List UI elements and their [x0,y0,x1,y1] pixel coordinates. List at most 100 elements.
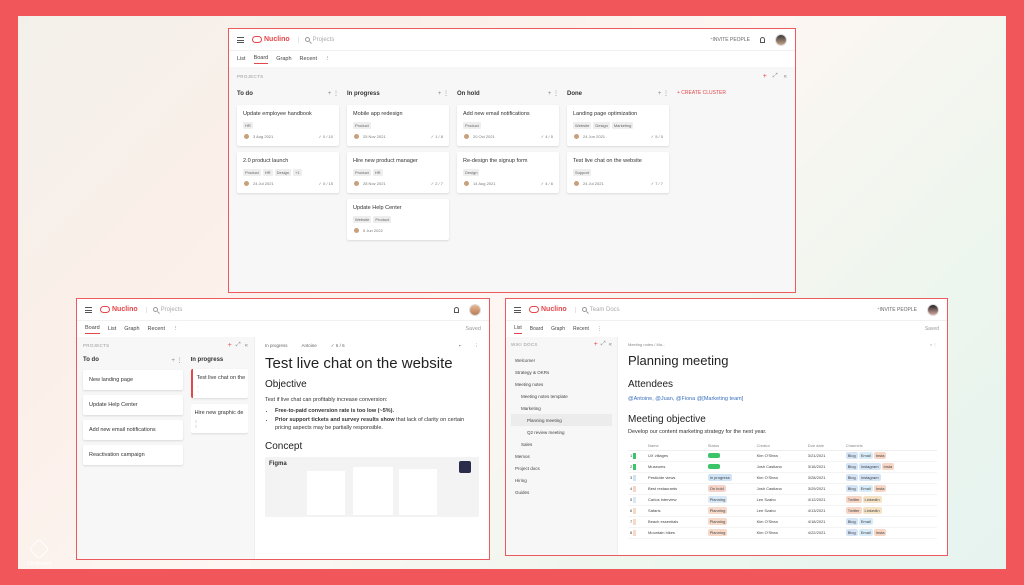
tree-item[interactable]: Hiring [511,474,612,486]
tree-item[interactable]: Guides [511,486,612,498]
comment-icon[interactable]: ▪ [459,343,461,349]
nuclino-logo[interactable]: Nuclino [529,306,567,313]
table-row[interactable]: 8 Mountain hikes Planning Kim O'Shea 4/22/2… [628,527,937,539]
tab-board[interactable]: Board [85,325,100,334]
add-item-icon[interactable]: + [594,341,598,348]
add-item-icon[interactable]: + [228,342,232,349]
column-add-icon[interactable]: + ⋮ [328,90,339,97]
table-row[interactable]: 6 Safaris Planning Lee Szabo 4/13/2021 Twitt… [628,505,937,517]
tab-list[interactable]: List [514,325,522,334]
content-table[interactable]: Name Status Creator Due date Channels 1 UX v… [628,441,937,539]
nuclino-logo[interactable]: Nuclino [100,306,138,313]
collapse-icon[interactable]: « [245,343,248,349]
assignee-field[interactable]: Antoine [302,343,317,349]
table-row[interactable]: 1 UX villages Kim O'Shea 3/21/2021 Blog Emai… [628,450,937,462]
board-card[interactable]: Mobile app redesign Product 25 Nov 2021 ✓ 1… [347,105,449,146]
status-field[interactable]: In progress [265,343,288,349]
board-card[interactable]: Test live chat on the website Support 24 J… [567,152,669,193]
expand-icon[interactable]: ⤢ [236,342,241,349]
list-item[interactable]: Update Help Center [83,395,183,415]
menu-icon[interactable] [85,306,92,313]
tab-more[interactable]: ⋮ [597,326,602,332]
tab-more[interactable]: ⋮ [173,326,179,332]
tree-item[interactable]: Welcome! [511,354,612,366]
avatar[interactable] [775,33,787,46]
board-card[interactable]: Update employee handbook HR 3 Aug 2021 ✓ 0 … [237,105,339,146]
board-card[interactable]: Hire new product manager Product HR 28 Nov … [347,152,449,193]
tree-item[interactable]: Meeting notes template [511,390,612,402]
tab-recent[interactable]: Recent [573,326,589,332]
table-row[interactable]: 7 Beach essentials Planning Kim O'Shea 4/18… [628,516,937,528]
invite-people-button[interactable]: ⁺INVITE PEOPLE [877,307,917,313]
nuclino-logo[interactable]: Nuclino [252,36,290,43]
tree-item[interactable]: Project docs [511,462,612,474]
table-row[interactable]: 4 Best restaurants On hold Josh Castiano 3/… [628,483,937,495]
column-header[interactable] [628,441,647,451]
invite-people-button[interactable]: ⁺INVITE PEOPLE [710,37,750,43]
list-item[interactable]: Test live chat on the [190,369,248,398]
tree-item[interactable]: Memos [511,450,612,462]
tab-board[interactable]: Board [530,326,543,332]
board-card[interactable]: Add new email notifications Product 20 Oct… [457,105,559,146]
tab-board[interactable]: Board [253,55,269,64]
tab-recent[interactable]: Recent [300,56,317,62]
avatar[interactable] [469,303,481,316]
comment-icon[interactable]: ▪ ⋮ [930,342,937,347]
column-header[interactable]: Status [705,441,755,451]
tab-graph[interactable]: Graph [276,56,291,62]
list-item[interactable]: Add new email notifications [83,420,183,440]
tree-item[interactable]: Q2 review meeting [511,426,612,438]
tree-item[interactable]: Planning meeting [511,414,612,426]
collapse-icon[interactable]: « [609,342,612,348]
list-item[interactable]: New landing page [83,370,183,390]
tab-list[interactable]: List [237,56,246,62]
more-icon[interactable]: ⋮ [475,343,480,349]
column-title[interactable]: To do [237,91,253,97]
search-box[interactable]: Team Docs [574,306,620,313]
breadcrumb[interactable]: Meeting notes / Ma... [628,342,665,347]
tab-graph[interactable]: Graph [124,326,139,332]
column-header[interactable]: Creator [754,441,806,451]
expand-icon[interactable]: ⤢ [601,341,606,348]
tab-graph[interactable]: Graph [551,326,565,332]
column-add-icon[interactable]: + ⋮ [171,357,182,364]
board-card[interactable]: Update Help Center Website Product 5 Jun 20… [347,199,449,240]
search-box[interactable]: Projects [145,306,182,313]
column-title[interactable]: On hold [457,91,480,97]
board-card[interactable]: Re-design the signup form Design 14 Aug 20… [457,152,559,193]
tree-item[interactable]: Sales [511,438,612,450]
menu-icon[interactable] [237,36,244,43]
column-add-icon[interactable]: + ⋮ [548,90,559,97]
tab-more[interactable]: ⋮ [325,56,331,62]
column-header[interactable]: Channels [843,441,937,451]
column-header[interactable]: Name [646,441,706,451]
search-box[interactable]: Projects [297,36,334,43]
tree-item[interactable]: Marketing [511,402,612,414]
column-title[interactable]: Done [567,91,582,97]
board-card[interactable]: Landing page optimization Website Design Ma… [567,105,669,146]
table-row[interactable]: 5 Carlos interview Planning Lee Szabo 4/12/… [628,494,937,506]
table-row[interactable]: 3 Pesticide views In progress Kim O'Shea 3/… [628,472,937,484]
add-item-icon[interactable]: + [763,73,767,80]
column-header[interactable]: Due date [805,441,844,451]
list-item[interactable]: Hire new graphic de [190,404,248,433]
figma-embed[interactable]: Figma [265,457,479,517]
avatar[interactable] [927,303,939,316]
collapse-icon[interactable]: « [784,74,787,80]
tab-recent[interactable]: Recent [148,326,165,332]
column-title[interactable]: In progress [347,91,380,97]
list-item[interactable]: Reactivation campaign [83,445,183,465]
table-row[interactable]: 2 Museums Josh Castiano 3/16/2021 Blog Insta… [628,461,937,473]
tree-item[interactable]: Strategy & OKRs [511,366,612,378]
create-cluster-button[interactable]: + CREATE CLUSTER [677,90,726,246]
tab-list[interactable]: List [108,326,117,332]
expand-icon[interactable]: ⤢ [773,73,778,80]
bell-icon[interactable] [454,306,459,313]
column-add-icon[interactable]: + ⋮ [658,90,669,97]
bell-icon[interactable] [760,36,765,43]
tree-item[interactable]: Meeting notes [511,378,612,390]
column-add-icon[interactable]: + ⋮ [438,90,449,97]
menu-icon[interactable] [514,306,521,313]
board-card[interactable]: 2.0 product launch Product HR Design +1 24 Ju… [237,152,339,193]
attendees-mentions[interactable]: @Antoine, @Juan, @Fiona @[Marketing team… [628,395,937,403]
